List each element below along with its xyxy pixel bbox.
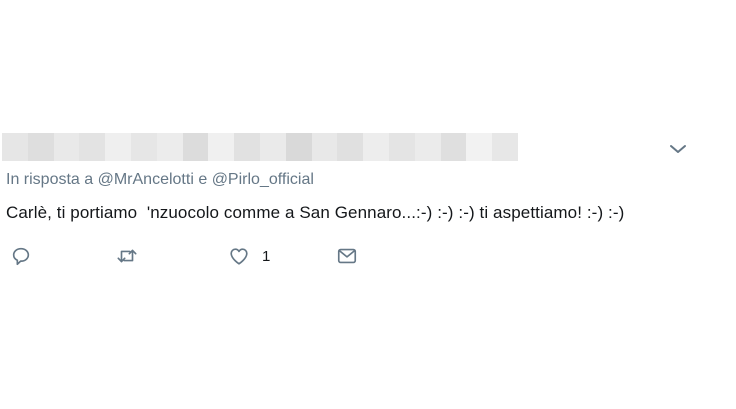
blurred-tile bbox=[440, 133, 467, 161]
chevron-down-icon[interactable] bbox=[668, 141, 688, 157]
blurred-tile bbox=[492, 133, 518, 161]
blurred-tile bbox=[414, 133, 441, 161]
blurred-tile bbox=[27, 133, 54, 161]
blurred-tile bbox=[388, 133, 415, 161]
blurred-tile bbox=[466, 133, 493, 161]
direct-message-button[interactable] bbox=[336, 244, 358, 268]
mention-link-mrancelotti[interactable]: @MrAncelotti bbox=[98, 171, 194, 188]
blurred-tile bbox=[337, 133, 364, 161]
tweet-text: Carlè, ti portiamo 'nzuocolo comme a San… bbox=[6, 203, 625, 222]
blurred-tile bbox=[285, 133, 312, 161]
blurred-tile bbox=[311, 133, 338, 161]
blurred-user-header bbox=[2, 133, 518, 161]
blurred-tile bbox=[79, 133, 106, 161]
like-count: 1 bbox=[262, 247, 271, 265]
reply-icon bbox=[12, 247, 30, 266]
reply-button[interactable] bbox=[10, 244, 32, 268]
reply-prefix: In risposta a bbox=[6, 171, 94, 188]
reply-context: In risposta a @MrAncelotti e @Pirlo_offi… bbox=[6, 171, 314, 189]
mention-link-pirlo[interactable]: @Pirlo_official bbox=[212, 171, 314, 188]
envelope-icon bbox=[337, 248, 357, 264]
blurred-tile bbox=[208, 133, 235, 161]
retweet-button[interactable] bbox=[116, 244, 138, 268]
blurred-tile bbox=[363, 133, 389, 161]
blurred-tile bbox=[53, 133, 80, 161]
blurred-tile bbox=[2, 133, 28, 161]
blurred-tile bbox=[130, 133, 157, 161]
like-button[interactable]: 1 bbox=[228, 244, 270, 268]
reply-conjunction: e bbox=[198, 171, 208, 188]
heart-icon bbox=[230, 248, 248, 265]
retweet-icon bbox=[117, 249, 137, 263]
blurred-tile bbox=[156, 133, 183, 161]
blurred-tile bbox=[105, 133, 131, 161]
blurred-tile bbox=[234, 133, 260, 161]
blurred-tile bbox=[259, 133, 286, 161]
blurred-tile bbox=[182, 133, 209, 161]
